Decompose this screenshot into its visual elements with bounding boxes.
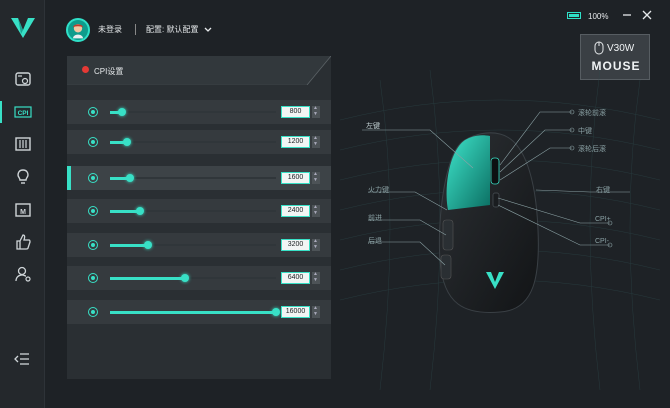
cpi-row[interactable]: 1200	[67, 130, 331, 154]
cpi-value-input[interactable]: 800	[281, 106, 310, 118]
cpi-radio[interactable]	[88, 206, 98, 216]
battery-icon	[567, 12, 581, 19]
label-scroll-forward: 滚轮前滚	[578, 110, 606, 117]
cpi-radio[interactable]	[88, 240, 98, 250]
cpi-radio[interactable]	[88, 173, 98, 183]
cpi-radio[interactable]	[88, 273, 98, 283]
chevron-down-icon	[204, 27, 212, 32]
cpi-value-input[interactable]: 1600	[281, 172, 310, 184]
cpi-stepper[interactable]	[312, 171, 320, 184]
cpi-value-input[interactable]: 16000	[281, 306, 310, 318]
cpi-panel: CPI设置 800 1200 1600 2400 3200 6400 16000	[67, 56, 331, 379]
label-back: 后退	[368, 238, 382, 245]
slider-handle[interactable]	[125, 174, 134, 182]
cpi-value-input[interactable]: 6400	[281, 272, 310, 284]
label-scroll-back: 滚轮后滚	[578, 146, 606, 153]
slider-handle[interactable]	[122, 138, 131, 146]
battery-level: 100%	[588, 12, 609, 21]
device-model: V30W	[607, 43, 635, 54]
cpi-value-input[interactable]: 1200	[281, 136, 310, 148]
cpi-slider[interactable]	[110, 174, 276, 182]
mouse-icon	[594, 41, 604, 55]
nav-light[interactable]	[0, 162, 45, 192]
cpi-radio[interactable]	[88, 107, 98, 117]
status-dot	[82, 66, 89, 73]
mouse-diagram: 左键 滚轮前滚 中键 滚轮后滚 右键 火力键 前进 后退 CPI+ CPI-	[339, 60, 661, 391]
keys-icon	[14, 137, 31, 151]
light-icon	[16, 169, 29, 184]
label-middle-click: 中键	[578, 128, 592, 135]
cpi-slider[interactable]	[110, 207, 276, 215]
cpi-value-input[interactable]: 2400	[281, 205, 310, 217]
close-icon	[642, 10, 652, 20]
cpi-row[interactable]: 16000	[67, 300, 331, 324]
cpi-row[interactable]: 800	[67, 100, 331, 124]
user-settings-icon	[14, 266, 31, 282]
nav-macro[interactable]: M	[0, 195, 45, 225]
label-right-click: 右键	[596, 187, 610, 194]
slider-fill	[110, 276, 185, 280]
macro-icon: M	[14, 203, 31, 217]
slider-handle[interactable]	[180, 274, 189, 282]
avatar[interactable]	[66, 18, 90, 42]
display-settings-icon	[14, 72, 31, 86]
nav-cpi[interactable]: CPI	[0, 97, 45, 127]
nav-keys[interactable]	[0, 129, 45, 159]
close-button[interactable]	[641, 10, 653, 22]
profile-selector[interactable]: 配置: 默认配置	[146, 24, 212, 35]
selected-indicator	[67, 166, 71, 190]
label-fire-key: 火力键	[368, 187, 389, 194]
nav-display-settings[interactable]	[0, 64, 45, 94]
cpi-stepper[interactable]	[312, 204, 320, 217]
panel-title: CPI设置	[94, 67, 124, 76]
minimize-icon	[623, 14, 631, 16]
cpi-row[interactable]: 2400	[67, 199, 331, 223]
cpi-row[interactable]: 6400	[67, 266, 331, 290]
cpi-icon: CPI	[13, 106, 32, 118]
cpi-row[interactable]: 1600	[67, 166, 331, 190]
header-divider	[135, 24, 136, 35]
cpi-radio[interactable]	[88, 307, 98, 317]
mouse-illustration	[339, 69, 661, 391]
cpi-slider[interactable]	[110, 138, 276, 146]
login-status[interactable]: 未登录	[98, 24, 122, 35]
thumbs-up-icon	[15, 234, 31, 250]
cpi-stepper[interactable]	[312, 105, 320, 118]
svg-text:M: M	[20, 209, 26, 216]
cpi-value-input[interactable]: 3200	[281, 239, 310, 251]
slider-fill	[110, 310, 276, 314]
collapse-icon[interactable]	[12, 349, 32, 369]
slider-handle[interactable]	[272, 308, 280, 316]
cpi-stepper[interactable]	[312, 305, 320, 318]
slider-fill	[110, 243, 149, 247]
label-cpi-minus: CPI-	[595, 238, 609, 245]
label-forward: 前进	[368, 215, 382, 222]
svg-text:CPI: CPI	[17, 110, 28, 117]
slider-handle[interactable]	[117, 108, 126, 116]
label-left-click: 左键	[366, 123, 380, 130]
cpi-slider[interactable]	[110, 108, 276, 116]
slider-handle[interactable]	[135, 207, 144, 215]
profile-label: 配置: 默认配置	[146, 25, 199, 34]
cpi-slider[interactable]	[110, 274, 276, 282]
cpi-radio[interactable]	[88, 137, 98, 147]
sidebar: CPI M	[0, 0, 45, 408]
brand-logo	[11, 18, 35, 38]
cpi-slider[interactable]	[110, 241, 276, 249]
avatar-icon	[68, 20, 88, 40]
cpi-stepper[interactable]	[312, 238, 320, 251]
minimize-button[interactable]	[621, 10, 633, 22]
nav-user-settings[interactable]	[0, 259, 45, 289]
nav-thumbs-up[interactable]	[0, 227, 45, 257]
slider-handle[interactable]	[144, 241, 153, 249]
cpi-row[interactable]: 3200	[67, 233, 331, 257]
cpi-stepper[interactable]	[312, 135, 320, 148]
cpi-stepper[interactable]	[312, 271, 320, 284]
cpi-slider[interactable]	[110, 308, 280, 316]
label-cpi-plus: CPI+	[595, 216, 611, 223]
